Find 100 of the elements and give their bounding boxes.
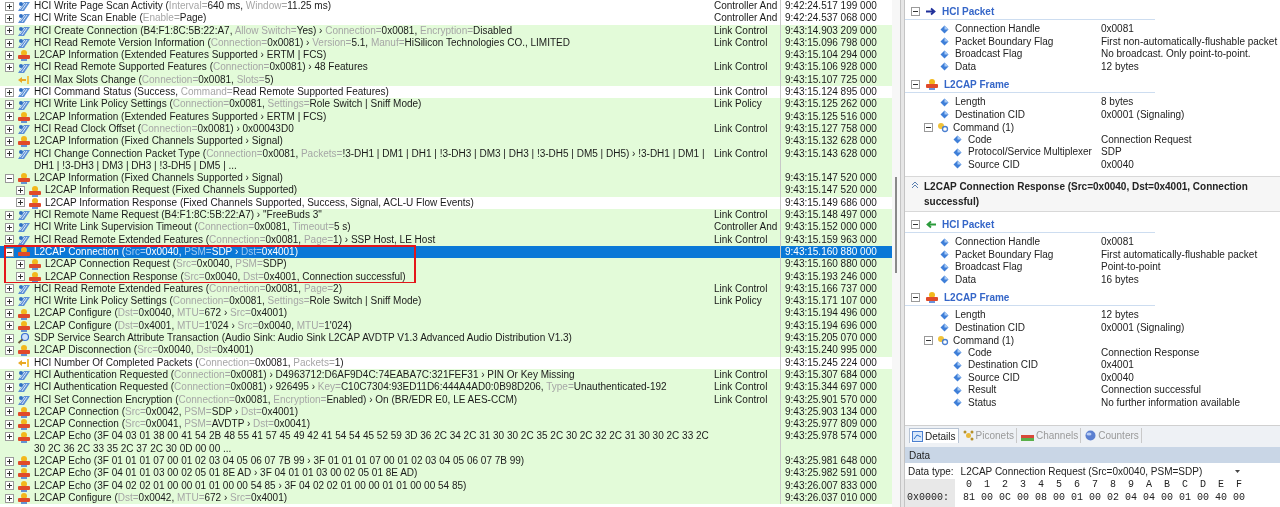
- expand-toggle[interactable]: [5, 333, 14, 343]
- packet-summary: L2CAP Information (Extended Features Supported › ERTM | FCS): [34, 110, 328, 123]
- expand-toggle[interactable]: [5, 149, 14, 159]
- packet-row[interactable]: L2CAP Information Request (Fixed Channels Supported) 9:43:15.147 520 000: [0, 184, 892, 197]
- packet-row[interactable]: L2CAP Echo (3F 04 01 01 03 00 02 05 01 8E AD › 3F 04 01 01 03 00 02 05 01 8E AD) 9:43:25.982 591 000: [0, 467, 892, 480]
- expand-toggle[interactable]: [5, 112, 14, 122]
- hex-column-header: B: [1163, 479, 1171, 490]
- packet-row[interactable]: HCI Remote Name Request (B4:F1:8C:5B:22:A7) › "FreeBuds 3" Link Control 9:43:15.148 497 000: [0, 209, 892, 222]
- expand-toggle[interactable]: [5, 382, 14, 392]
- field-bullet-icon: [940, 110, 949, 120]
- expand-toggle[interactable]: [5, 124, 14, 134]
- packet-row[interactable]: HCI Write Link Policy Settings (Connection=0x0081, Settings=Role Switch | Sniff Mode) Link Policy 9:43:15.125 262 000: [0, 98, 892, 111]
- packet-summary: HCI Write Link Policy Settings (Connection=0x0081, Settings=Role Switch | Sniff Mode): [34, 98, 423, 111]
- timestamp-cell: 9:43:14.903 209 000: [785, 24, 877, 36]
- collapse-toggle[interactable]: [924, 335, 933, 345]
- field-name: Connection Handle: [955, 23, 1041, 36]
- timestamp-cell: 9:43:25.981 648 000: [785, 455, 877, 466]
- expand-toggle[interactable]: [16, 272, 25, 282]
- expand-toggle[interactable]: [16, 259, 25, 269]
- packet-row[interactable]: HCI Read Remote Supported Features (Connection=0x0081) › 48 Features Link Control 9:43:15.106 928 000: [0, 61, 892, 74]
- packet-row[interactable]: HCI Authentication Requested (Connection=0x0081) › 926495 › Key=C10C7304:93ED11D6:444A4AD0:0B98D206, Type=Unauthenticated-192 Link Control 9:43:15.344 697 000: [0, 381, 892, 394]
- field-bullet-icon: [940, 37, 949, 47]
- field-bullet-icon: [940, 310, 949, 320]
- expand-toggle[interactable]: [16, 198, 25, 208]
- expand-toggle[interactable]: [5, 456, 14, 466]
- field-value: SDP: [1101, 146, 1123, 159]
- packet-row[interactable]: HCI Write Link Policy Settings (Connection=0x0081, Settings=Role Switch | Sniff Mode) Link Policy 9:43:15.171 107 000: [0, 295, 892, 308]
- packet-row[interactable]: L2CAP Information (Extended Features Supported › ERTM | FCS) 9:43:15.104 294 000: [0, 49, 892, 62]
- collapse-toggle[interactable]: [911, 79, 920, 89]
- expand-toggle[interactable]: [5, 395, 14, 405]
- hci-command-icon: [17, 393, 31, 406]
- collapse-toggle[interactable]: [911, 292, 920, 302]
- expand-toggle[interactable]: [5, 100, 14, 109]
- packet-summary: L2CAP Connection Response (Src=0x0040, Dst=0x4001, Connection successful): [45, 270, 407, 283]
- packet-row[interactable]: L2CAP Connection Request (Src=0x0040, PSM=SDP) 9:43:15.160 880 000: [0, 258, 892, 271]
- packet-row[interactable]: L2CAP Connection (Src=0x0041, PSM=AVDTP › Dst=0x0041) 9:43:25.977 809 000: [0, 418, 892, 431]
- collapse-toggle[interactable]: [924, 122, 933, 132]
- packet-row[interactable]: SDP Service Search Attribute Transaction (Audio Sink: Audio Sink L2CAP AVDTP V1.3 Advanced Audio Distribution V1.3) 9:43:15.205 070 000: [0, 332, 892, 345]
- timestamp-cell: 9:43:15.160 880 000: [785, 245, 877, 257]
- field-value: First automatically-flushable packet: [1101, 248, 1259, 261]
- data-type-dropdown[interactable]: L2CAP Connection Request (Src=0x0040, PSM=SDP): [957, 464, 1280, 478]
- expand-toggle[interactable]: [5, 419, 14, 429]
- collapse-toggle[interactable]: [5, 247, 14, 257]
- command-gear-icon: [937, 334, 949, 346]
- hex-offset: 0x0000:: [906, 491, 950, 505]
- expand-toggle[interactable]: [5, 321, 14, 331]
- expand-toggle[interactable]: [5, 235, 14, 245]
- expand-toggle[interactable]: [5, 284, 14, 294]
- expand-toggle[interactable]: [5, 63, 14, 73]
- l2cap-frame-icon: [925, 78, 939, 90]
- hex-column-header: 2: [1001, 479, 1009, 490]
- field-name: Source CID: [968, 158, 1020, 171]
- packet-summary: L2CAP Information (Extended Features Supported › ERTM | FCS): [34, 49, 328, 62]
- expand-toggle[interactable]: [5, 136, 14, 146]
- expand-toggle[interactable]: [16, 186, 25, 196]
- l2cap-frame-icon: [17, 405, 31, 418]
- field-bullet-icon: [940, 323, 949, 333]
- l2cap-frame-icon: [28, 196, 42, 209]
- packet-row[interactable]: L2CAP Configure (Dst=0x0040, MTU=672 › Src=0x4001) 9:43:15.194 496 000: [0, 307, 892, 320]
- field-bullet-icon: [940, 262, 949, 272]
- packet-row[interactable]: L2CAP Disconnection (Src=0x0040, Dst=0x4001) 9:43:15.240 995 000: [0, 344, 892, 357]
- expand-toggle[interactable]: [5, 345, 14, 355]
- expand-toggle[interactable]: [5, 26, 14, 36]
- expand-toggle[interactable]: [5, 468, 14, 478]
- collapse-toggle[interactable]: [911, 6, 920, 16]
- collapse-toggle[interactable]: [5, 173, 14, 183]
- hex-column-header: C: [1181, 479, 1189, 490]
- section-title: L2CAP Frame: [944, 77, 1010, 92]
- expand-toggle[interactable]: [5, 296, 14, 306]
- expand-toggle[interactable]: [5, 432, 14, 442]
- expand-toggle[interactable]: [5, 309, 14, 319]
- expand-toggle[interactable]: [5, 493, 14, 503]
- field-name: Result: [968, 384, 997, 397]
- hci-command-icon: [17, 123, 31, 136]
- packet-row[interactable]: HCI Write Link Supervision Timeout (Connection=0x0081, Timeout=5 s) Controller And 9:43:15.152 000 000: [0, 221, 892, 234]
- hci-command-icon: [17, 86, 31, 99]
- packet-summary: HCI Authentication Requested (Connection=0x0081) › D4963712:D6AF9D4C:74EABA7C:321FEF31 › PIN Or Key Missing: [34, 368, 576, 382]
- collapse-chevrons-icon[interactable]: [911, 181, 919, 189]
- expand-toggle[interactable]: [5, 223, 14, 232]
- expand-toggle[interactable]: [5, 481, 14, 491]
- expand-toggle[interactable]: [5, 407, 14, 417]
- panel-tab[interactable]: Details: [909, 428, 959, 443]
- expand-toggle[interactable]: [5, 50, 14, 60]
- expand-toggle[interactable]: [5, 13, 14, 23]
- expand-toggle[interactable]: [5, 87, 14, 97]
- packet-row[interactable]: L2CAP Information (Fixed Channels Supported › Signal) 9:43:15.147 520 000: [0, 172, 892, 185]
- layer-cell: Controller And: [714, 0, 778, 11]
- timestamp-cell: 9:43:15.143 628 000: [785, 147, 877, 159]
- timestamp-cell: 9:43:15.096 798 000: [785, 36, 877, 48]
- expand-toggle[interactable]: [5, 210, 14, 220]
- expand-toggle[interactable]: [5, 370, 14, 380]
- packet-row[interactable]: L2CAP Information (Fixed Channels Supported › Signal) 9:43:15.132 628 000: [0, 135, 892, 148]
- hci-command-icon: [17, 98, 31, 111]
- expand-toggle[interactable]: [5, 1, 14, 11]
- field-value: 16 bytes: [1101, 273, 1140, 286]
- expand-toggle[interactable]: [5, 38, 14, 48]
- collapse-toggle[interactable]: [911, 219, 920, 229]
- timestamp-cell: 9:43:15.205 070 000: [785, 332, 877, 343]
- l2cap-frame-icon: [17, 418, 31, 431]
- packet-summary: L2CAP Information Request (Fixed Channels Supported): [45, 184, 299, 197]
